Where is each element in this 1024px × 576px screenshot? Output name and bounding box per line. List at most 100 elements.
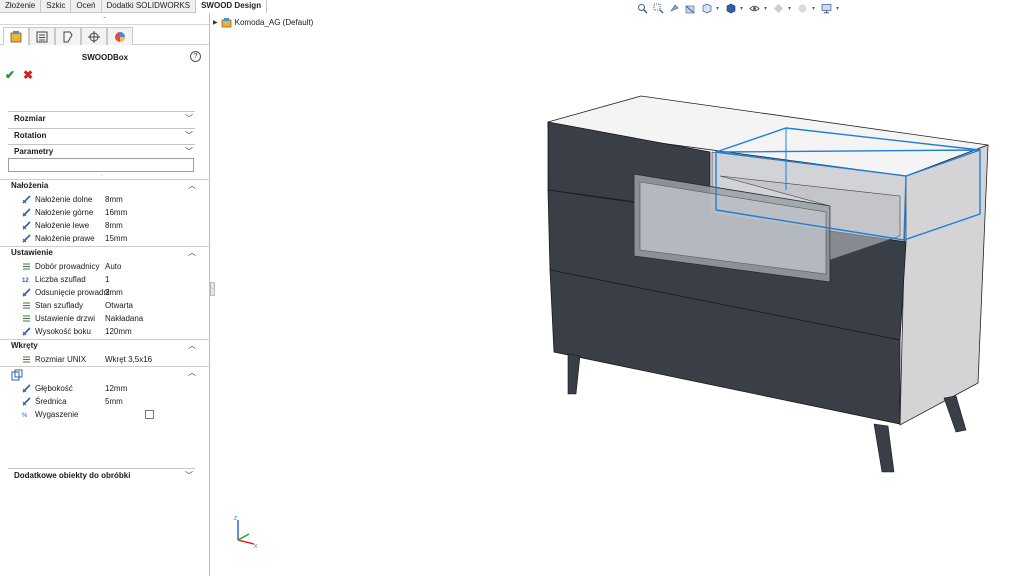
- row-nalozenie-prawe[interactable]: Nałożenie prawe 15mm: [0, 232, 210, 245]
- tab-swood-design[interactable]: SWOOD Design: [196, 0, 268, 13]
- leg-front-left: [567, 353, 581, 395]
- group-dodatkowe-label: Dodatkowe obiekty do obróbki: [14, 471, 131, 480]
- property-manager-tab[interactable]: [29, 27, 55, 45]
- panel-grip[interactable]: ⁃: [0, 13, 209, 25]
- row-value[interactable]: Otwarta: [105, 299, 133, 312]
- list-icon: [23, 263, 30, 270]
- heads-up-toolbar: ▾ ▾ ▾ ▾ ▾ ▾: [636, 3, 840, 14]
- cabinet-right-side[interactable]: [899, 144, 989, 426]
- row-value[interactable]: 8mm: [105, 193, 123, 206]
- tree-item-label[interactable]: Komoda_AG (Default): [235, 18, 314, 27]
- section-view-button[interactable]: [684, 3, 696, 14]
- dimension-icon: [22, 397, 31, 406]
- row-value[interactable]: 16mm: [105, 206, 127, 219]
- chevron-down-icon[interactable]: ﹀: [185, 145, 193, 158]
- row-label: Dobór prowadnicy: [35, 262, 100, 271]
- edit-appearance-button[interactable]: [772, 3, 784, 14]
- parametry-input[interactable]: [8, 158, 194, 172]
- eye-icon: [748, 5, 760, 12]
- previous-view-button[interactable]: [668, 3, 680, 14]
- row-value[interactable]: 1: [105, 273, 109, 286]
- view-orientation-button[interactable]: [700, 3, 712, 14]
- wygaszenie-checkbox[interactable]: [145, 410, 154, 419]
- group-rotation[interactable]: Rotation ﹀: [8, 128, 195, 141]
- row-dobor-prowadnicy[interactable]: Dobór prowadnicy Auto: [0, 260, 210, 273]
- ok-button[interactable]: ✔: [5, 68, 15, 82]
- row-value[interactable]: 8mm: [105, 219, 123, 232]
- dimension-icon: [22, 221, 31, 230]
- tab-ocen[interactable]: Oceń: [71, 0, 102, 13]
- display-manager-tab[interactable]: [107, 27, 133, 45]
- row-odsuniecie-prowadnicy[interactable]: Odsunięcie prowadni 2mm: [0, 286, 210, 299]
- dropdown-arrow-icon[interactable]: ▾: [788, 5, 792, 12]
- dimension-icon: [22, 384, 31, 393]
- row-value[interactable]: 12mm: [105, 382, 127, 395]
- row-liczba-szuflad[interactable]: 12 Liczba szuflad 1: [0, 273, 210, 286]
- row-value[interactable]: 15mm: [105, 232, 127, 245]
- chevron-up-icon[interactable]: ︿: [188, 180, 196, 192]
- row-label: Nałożenie prawe: [35, 234, 95, 243]
- section-otwor[interactable]: ︿: [0, 366, 210, 382]
- zoom-to-fit-button[interactable]: [636, 3, 648, 14]
- tab-szkic[interactable]: Szkic: [41, 0, 72, 13]
- row-stan-szuflady[interactable]: Stan szuflady Otwarta: [0, 299, 210, 312]
- chevron-up-icon[interactable]: ︿: [188, 340, 196, 352]
- chevron-up-icon[interactable]: ︿: [188, 247, 196, 259]
- dropdown-arrow-icon[interactable]: ▾: [812, 5, 816, 12]
- row-value[interactable]: 2mm: [105, 286, 123, 299]
- row-value[interactable]: Auto: [105, 260, 121, 273]
- section-wkrety[interactable]: Wkręty ︿: [0, 339, 210, 352]
- row-value[interactable]: 120mm: [105, 325, 132, 338]
- help-icon[interactable]: ?: [190, 51, 201, 62]
- boolean-icon: %: [22, 413, 28, 419]
- display-style-icon: [726, 3, 735, 14]
- section-ustawienie[interactable]: Ustawienie ︿: [0, 246, 210, 259]
- row-rozmiar-unix[interactable]: Rozmiar UNIX Wkręt 3,5x16: [0, 353, 210, 366]
- apply-scene-button[interactable]: [796, 3, 808, 14]
- row-nalozenie-lewe[interactable]: Nałożenie lewe 8mm: [0, 219, 210, 232]
- tab-zlozenie[interactable]: Złożenie: [0, 0, 42, 13]
- chevron-down-icon[interactable]: ﹀: [185, 129, 193, 142]
- dropdown-arrow-icon[interactable]: ▾: [836, 5, 840, 12]
- display-style-button[interactable]: [724, 3, 736, 14]
- view-settings-button[interactable]: [820, 3, 832, 14]
- group-dodatkowe-obiekty[interactable]: Dodatkowe obiekty do obróbki ﹀: [8, 468, 195, 481]
- section-nalozenia[interactable]: Nałożenia ︿: [0, 179, 210, 192]
- group-parametry[interactable]: Parametry ﹀: [8, 144, 195, 157]
- row-wysokosc-boku[interactable]: Wysokość boku 120mm: [0, 325, 210, 338]
- row-srednica[interactable]: Średnica 5mm: [0, 395, 210, 408]
- row-value[interactable]: 5mm: [105, 395, 123, 408]
- row-value[interactable]: Wkręt 3,5x16: [105, 353, 152, 366]
- dropdown-arrow-icon[interactable]: ▾: [716, 5, 720, 12]
- chevron-up-icon[interactable]: ︿: [188, 367, 196, 379]
- row-label: Wysokość boku: [35, 327, 91, 336]
- assembly-icon: [221, 18, 231, 28]
- cancel-button[interactable]: ✖: [23, 68, 33, 82]
- zoom-area-button[interactable]: [652, 3, 664, 14]
- graphics-viewport[interactable]: [215, 30, 1024, 576]
- group-rotation-label: Rotation: [14, 131, 47, 140]
- dropdown-arrow-icon[interactable]: ▾: [740, 5, 744, 12]
- feature-manager-tab[interactable]: [3, 27, 29, 45]
- row-ustawienie-drzwi[interactable]: Ustawienie drzwi Nakładana: [0, 312, 210, 325]
- expand-arrow-icon[interactable]: ▶: [213, 19, 218, 26]
- dimension-icon: [22, 327, 31, 336]
- row-value[interactable]: Nakładana: [105, 312, 143, 325]
- chevron-down-icon[interactable]: ﹀: [185, 112, 193, 125]
- configuration-manager-tab[interactable]: [55, 27, 81, 45]
- dropdown-arrow-icon[interactable]: ▾: [764, 5, 768, 12]
- hide-show-items-button[interactable]: [748, 3, 760, 14]
- dimxpert-manager-tab[interactable]: [81, 27, 107, 45]
- dimension-icon: [22, 234, 31, 243]
- row-wygaszenie[interactable]: % Wygaszenie: [0, 408, 210, 421]
- svg-text:X: X: [254, 544, 258, 550]
- row-label: Nałożenie lewe: [35, 221, 90, 230]
- row-nalozenie-dolne[interactable]: Nałożenie dolne 8mm: [0, 193, 210, 206]
- tab-dodatki-solidworks[interactable]: Dodatki SOLIDWORKS: [101, 0, 197, 13]
- dimension-icon: [22, 208, 31, 217]
- row-glebokosc[interactable]: Głębokość 12mm: [0, 382, 210, 395]
- chevron-down-icon[interactable]: ﹀: [185, 469, 193, 482]
- row-label: Głębokość: [35, 384, 73, 393]
- group-rozmiar[interactable]: Rozmiar ﹀: [8, 111, 195, 124]
- row-nalozenie-gorne[interactable]: Nałożenie górne 16mm: [0, 206, 210, 219]
